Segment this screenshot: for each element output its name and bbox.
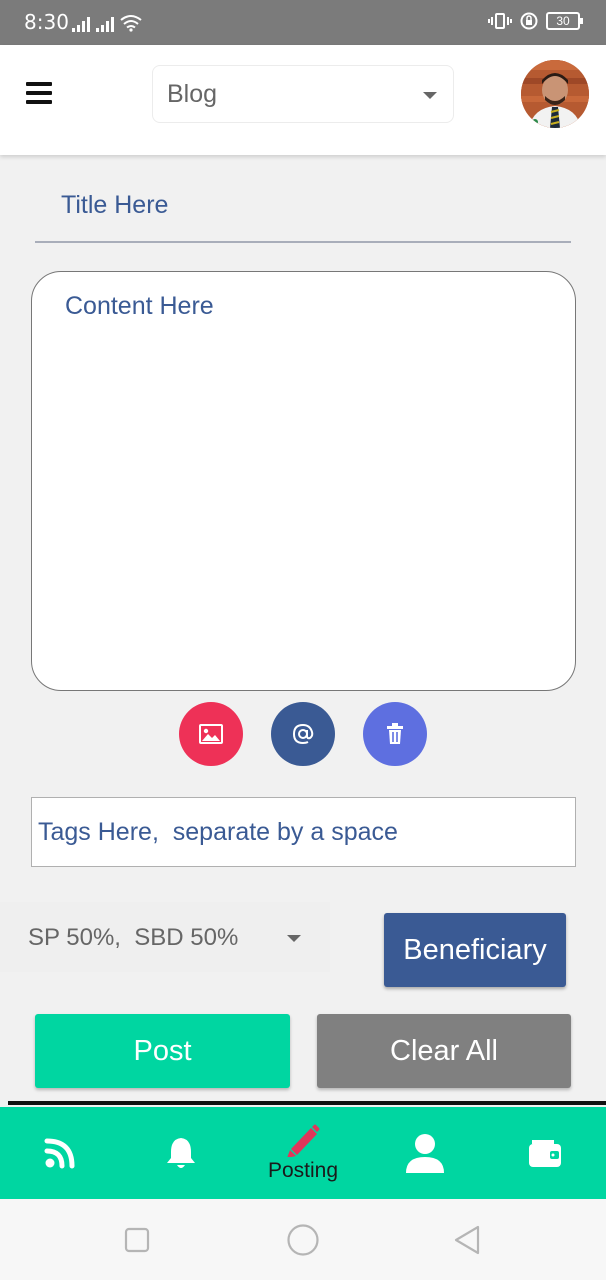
bottom-nav: Posting — [0, 1107, 606, 1199]
post-button[interactable]: Post — [35, 1014, 290, 1088]
trash-icon — [387, 723, 403, 744]
avatar[interactable] — [521, 60, 589, 128]
cell-signal-icon — [72, 16, 90, 32]
wifi-icon — [120, 15, 142, 32]
nav-item-feed[interactable] — [28, 1107, 94, 1199]
clear-all-button[interactable]: Clear All — [317, 1014, 571, 1088]
tags-input-placeholder: Tags Here, separate by a space — [38, 818, 398, 846]
recent-apps-icon[interactable] — [124, 1227, 152, 1253]
at-icon — [292, 723, 314, 745]
divider — [8, 1101, 606, 1105]
delete-button[interactable] — [363, 702, 427, 766]
rss-feed-icon — [44, 1138, 75, 1169]
title-input-placeholder: Title Here — [61, 191, 169, 219]
hamburger-icon — [26, 82, 52, 86]
title-input[interactable]: Title Here — [35, 185, 571, 243]
payout-select[interactable]: SP 50%, SBD 50% — [0, 902, 330, 972]
nav-item-wallet[interactable] — [512, 1107, 578, 1199]
nav-item-posting[interactable]: Posting — [252, 1107, 354, 1199]
insert-image-button[interactable] — [179, 702, 243, 766]
mention-button[interactable] — [271, 702, 335, 766]
status-right-icons: 30 — [488, 12, 583, 30]
chevron-down-icon — [423, 92, 437, 99]
payout-select-value: SP 50%, SBD 50% — [28, 924, 239, 951]
pencil-icon — [287, 1124, 320, 1157]
app-header: Blog — [0, 45, 606, 155]
tags-input[interactable]: Tags Here, separate by a space — [31, 797, 576, 867]
content-textarea-placeholder: Content Here — [65, 292, 214, 320]
bell-icon — [167, 1138, 195, 1168]
nav-item-profile[interactable] — [392, 1107, 458, 1199]
beneficiary-button[interactable]: Beneficiary — [384, 913, 566, 987]
back-icon[interactable] — [452, 1224, 482, 1256]
avatar-image — [521, 60, 589, 128]
menu-button[interactable] — [26, 82, 52, 106]
image-icon — [199, 724, 223, 744]
home-icon[interactable] — [286, 1223, 320, 1257]
status-time: 8:30 — [24, 10, 69, 34]
cell-signal-icon — [96, 16, 114, 32]
wallet-icon — [529, 1140, 561, 1167]
status-bar: 8:30 30 — [0, 0, 606, 45]
vibrate-icon — [488, 13, 512, 29]
nav-item-posting-label: Posting — [267, 1159, 339, 1182]
battery-indicator: 30 — [546, 12, 583, 30]
blog-type-select-value: Blog — [167, 80, 218, 108]
data-saver-icon — [520, 12, 538, 30]
system-nav-bar — [0, 1199, 606, 1280]
user-icon — [406, 1134, 444, 1173]
blog-type-select[interactable]: Blog — [152, 65, 454, 123]
content-textarea[interactable]: Content Here — [31, 271, 576, 691]
chevron-down-icon — [287, 935, 301, 942]
nav-item-notifications[interactable] — [148, 1107, 214, 1199]
status-signal-icons — [72, 14, 142, 32]
